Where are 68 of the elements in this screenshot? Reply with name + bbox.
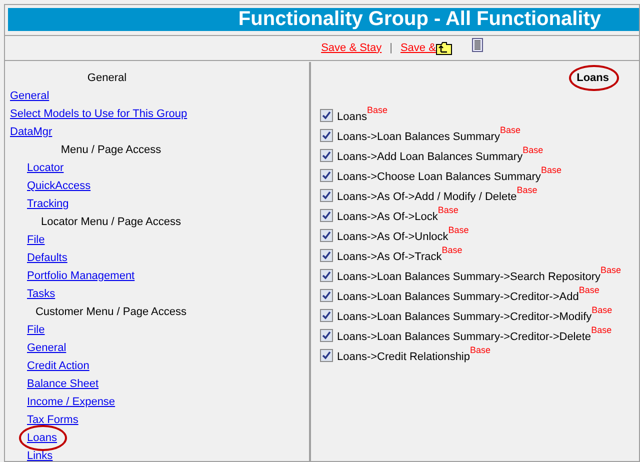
base-tag: Base xyxy=(540,164,562,175)
nav-link[interactable]: Locator xyxy=(27,162,64,174)
nav-link[interactable]: Tracking xyxy=(27,198,69,210)
save-and-stay-link[interactable]: Save & Stay xyxy=(321,40,382,56)
permission-label: Loans->Choose Loan Balances Summary xyxy=(337,170,541,185)
base-tag: Base xyxy=(448,224,469,235)
checkbox[interactable] xyxy=(320,288,333,302)
permission-label: Loans->Loan Balances Summary->Search Repository xyxy=(337,270,601,285)
nav-link[interactable]: Portfolio Management xyxy=(27,270,135,282)
nav-link[interactable]: Tax Forms xyxy=(27,414,78,426)
permission-label: Loans->Loan Balances Summary->Creditor->Modify xyxy=(337,310,592,325)
checkbox[interactable] xyxy=(320,248,333,262)
folder-up-icon[interactable] xyxy=(436,42,452,54)
checkbox[interactable] xyxy=(320,228,333,242)
window-title: Functionality Group - All Functionality xyxy=(8,8,639,31)
nav-link[interactable]: Balance Sheet xyxy=(27,378,99,390)
nav-link[interactable]: Links xyxy=(27,450,53,461)
base-tag: Base xyxy=(470,344,491,355)
permission-label: Loans->Loan Balances Summary->Creditor->Add xyxy=(337,290,579,305)
nav-link[interactable]: File xyxy=(27,324,45,336)
checkbox[interactable] xyxy=(320,188,333,202)
base-tag: Base xyxy=(516,184,538,195)
base-tag: Base xyxy=(500,124,520,135)
checkbox[interactable] xyxy=(320,348,333,362)
permission-label: Loans xyxy=(337,110,367,125)
nav-link[interactable]: Credit Action xyxy=(27,360,90,372)
base-tag: Base xyxy=(366,104,388,115)
nav-link[interactable]: File xyxy=(27,234,45,246)
section-title: General xyxy=(87,70,127,86)
permission-label: Loans->Credit Relationship xyxy=(337,350,470,365)
separator: | xyxy=(388,40,394,56)
base-tag: Base xyxy=(592,304,612,315)
document-icon[interactable] xyxy=(472,38,483,52)
nav-link[interactable]: Defaults xyxy=(27,252,68,264)
base-tag: Base xyxy=(600,264,622,275)
checkbox[interactable] xyxy=(320,308,333,322)
nav-link[interactable]: Select Models to Use for This Group xyxy=(10,108,188,120)
permission-label: Loans->Loan Balances Summary->Creditor->Delete xyxy=(337,330,592,345)
permission-label: Loans->As Of->Track xyxy=(337,250,442,265)
section-heading: Customer Menu / Page Access xyxy=(35,304,186,320)
base-tag: Base xyxy=(578,284,600,295)
checkbox[interactable] xyxy=(320,108,333,122)
nav-link[interactable]: Tasks xyxy=(27,288,56,300)
checkbox[interactable] xyxy=(320,328,333,342)
nav-link[interactable]: General xyxy=(10,90,50,102)
nav-link[interactable]: Loans xyxy=(27,432,57,444)
permission-label: Loans->As Of->Unlock xyxy=(337,230,448,245)
base-tag: Base xyxy=(438,204,458,215)
panel-title: Loans xyxy=(576,70,609,86)
permission-label: Loans->Add Loan Balances Summary xyxy=(337,150,523,165)
permission-label: Loans->Loan Balances Summary xyxy=(337,130,500,145)
permission-label: Loans->As Of->Lock xyxy=(337,210,438,225)
save-and-link[interactable]: Save & xyxy=(400,40,436,56)
permission-label: Loans->As Of->Add / Modify / Delete xyxy=(337,190,517,205)
nav-link[interactable]: QuickAccess xyxy=(27,180,91,192)
checkbox[interactable] xyxy=(320,168,333,182)
base-tag: Base xyxy=(591,324,612,335)
section-heading: Menu / Page Access xyxy=(60,142,162,158)
nav-link[interactable]: DataMgr xyxy=(10,126,52,138)
checkbox[interactable] xyxy=(320,148,333,162)
base-tag: Base xyxy=(522,144,544,155)
checkbox[interactable] xyxy=(320,208,333,222)
base-tag: Base xyxy=(442,244,462,255)
section-heading: Locator Menu / Page Access xyxy=(40,214,182,230)
checkbox[interactable] xyxy=(320,268,333,282)
nav-link[interactable]: Income / Expense xyxy=(27,396,116,408)
checkbox[interactable] xyxy=(320,128,333,142)
nav-link[interactable]: General xyxy=(27,342,66,354)
